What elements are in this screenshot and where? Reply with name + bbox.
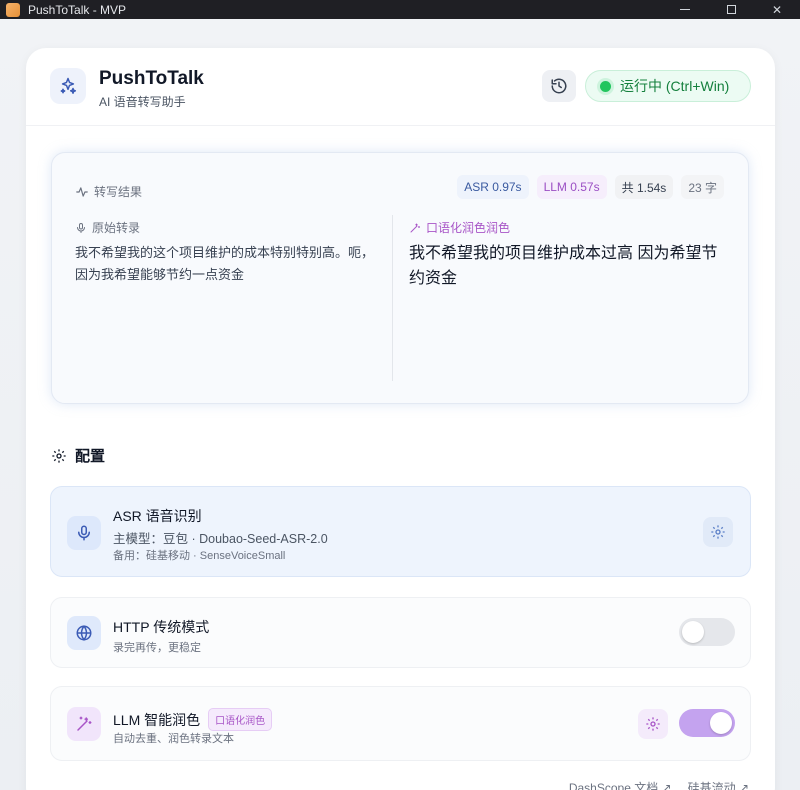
llm-settings-button[interactable] <box>638 709 668 739</box>
llm-polish-card: LLM 智能润色 口语化润色 自动去重、润色转录文本 <box>50 686 751 761</box>
status-text: 运行中 (Ctrl+Win) <box>620 78 730 94</box>
magic-wand-icon <box>410 223 420 232</box>
window-body: PushToTalk AI 语音转写助手 运行中 (Ctrl+Win) 转写结果… <box>0 19 800 790</box>
close-button[interactable]: ✕ <box>754 0 800 19</box>
app-window-icon <box>6 2 20 17</box>
llm-mode-tag: 口语化润色 <box>208 708 273 731</box>
footer-links: DashScope 文档 ↗ 硅基流动 ↗ <box>569 779 749 790</box>
asr-primary-model: 主模型：豆包 · Doubao-Seed-ASR-2.0 <box>113 532 328 546</box>
maximize-button[interactable] <box>708 0 754 19</box>
close-icon: ✕ <box>771 2 783 17</box>
minimize-button[interactable] <box>662 0 708 19</box>
globe-icon <box>67 616 101 650</box>
result-title-text: 转写结果 <box>94 185 143 199</box>
config-title-text: 配置 <box>75 448 106 465</box>
dashscope-docs-link[interactable]: DashScope 文档 ↗ <box>569 779 672 790</box>
history-button[interactable] <box>542 70 576 102</box>
original-label-text: 原始转录 <box>92 221 141 235</box>
window-controls: ✕ <box>662 0 800 19</box>
polished-label: 口语化润色润色 <box>409 219 510 236</box>
transcription-result-panel: 转写结果 ASR 0.97s LLM 0.57s 共 1.54s 23 字 原始… <box>51 152 749 404</box>
toggle-knob <box>682 621 704 643</box>
original-transcript: 我不希望我的这个项目维护的成本特别特别高。呃，因为我希望能够节约一点资金 <box>75 245 375 282</box>
magic-wand-icon <box>67 707 101 741</box>
activity-icon <box>76 186 88 197</box>
status-dot <box>600 80 611 92</box>
llm-subtitle: 自动去重、润色转录文本 <box>113 733 234 745</box>
minimize-icon <box>680 9 690 10</box>
maximize-icon <box>726 5 736 14</box>
result-title: 转写结果 <box>75 183 142 200</box>
header: PushToTalk AI 语音转写助手 运行中 (Ctrl+Win) <box>26 48 775 126</box>
config-section-title: 配置 <box>51 445 105 466</box>
asr-title: ASR 语音识别 <box>113 508 202 524</box>
http-mode-card: HTTP 传统模式 录完再传，更稳定 <box>50 597 751 668</box>
char-count-badge: 23 字 <box>681 175 724 199</box>
gear-icon <box>711 525 725 539</box>
llm-title: LLM 智能润色 <box>113 711 201 728</box>
http-title: HTTP 传统模式 <box>113 619 210 635</box>
microphone-icon <box>67 516 101 550</box>
app-name: PushToTalk <box>99 68 204 89</box>
polished-transcript: 我不希望我的项目维护成本过高 因为希望节约资金 <box>409 245 718 287</box>
column-divider <box>392 215 393 381</box>
http-mode-toggle[interactable] <box>679 618 735 646</box>
gear-icon <box>646 717 660 731</box>
asr-settings-button[interactable] <box>703 517 733 547</box>
sparkles-icon <box>50 68 86 104</box>
llm-polish-toggle[interactable] <box>679 709 735 737</box>
asr-time-badge: ASR 0.97s <box>457 175 529 199</box>
http-subtitle: 录完再传，更稳定 <box>113 642 201 654</box>
timing-badges: ASR 0.97s LLM 0.57s 共 1.54s 23 字 <box>457 175 724 199</box>
llm-title-row: LLM 智能润色 口语化润色 <box>113 708 273 731</box>
asr-config-card[interactable]: ASR 语音识别 主模型：豆包 · Doubao-Seed-ASR-2.0 备用… <box>50 486 751 577</box>
siliconflow-link[interactable]: 硅基流动 ↗ <box>688 779 749 790</box>
toggle-knob <box>710 712 732 734</box>
total-time-badge: 共 1.54s <box>614 175 674 199</box>
llm-time-badge: LLM 0.57s <box>536 175 607 199</box>
status-badge[interactable]: 运行中 (Ctrl+Win) <box>585 70 751 102</box>
window-titlebar: PushToTalk - MVP ✕ <box>0 0 800 19</box>
app-subtitle: AI 语音转写助手 <box>99 95 186 109</box>
window-title: PushToTalk - MVP <box>28 2 127 17</box>
history-icon <box>551 78 567 94</box>
gear-icon <box>52 448 66 463</box>
microphone-icon <box>77 222 85 233</box>
original-label: 原始转录 <box>75 219 140 236</box>
polished-label-text: 口语化润色润色 <box>426 221 511 235</box>
asr-backup-model: 备用：硅基移动 · SenseVoiceSmall <box>113 550 286 562</box>
main-card: PushToTalk AI 语音转写助手 运行中 (Ctrl+Win) 转写结果… <box>26 48 775 790</box>
